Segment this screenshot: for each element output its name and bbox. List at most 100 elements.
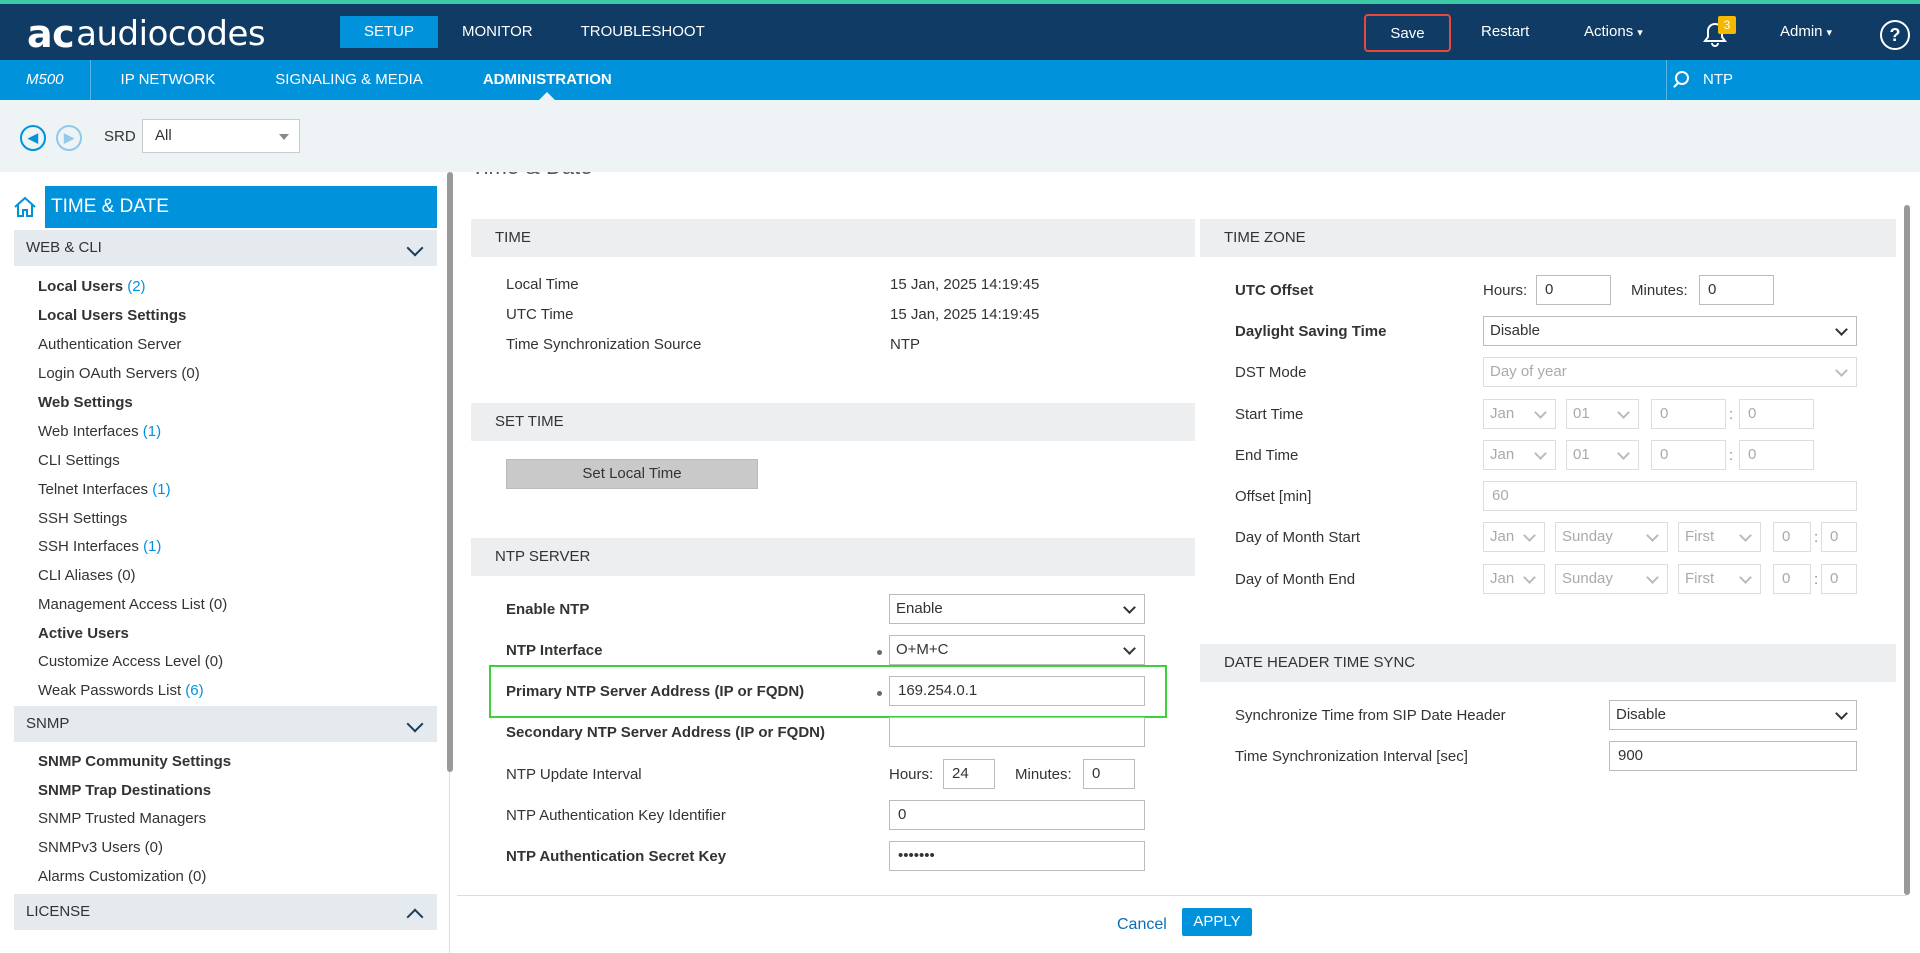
utc-minutes-input[interactable]: 0 [1699, 275, 1774, 305]
dom-start-first-select[interactable]: First [1678, 522, 1761, 552]
offset-min-input[interactable]: 60 [1483, 481, 1857, 511]
sub-nav-bar: M500 IP NETWORK SIGNALING & MEDIA ADMINI… [0, 60, 1920, 100]
sidebar-item-alarms-customization[interactable]: Alarms Customization (0) [38, 868, 206, 885]
sync-interval-input[interactable]: 900 [1609, 741, 1857, 771]
set-local-time-button[interactable]: Set Local Time [506, 459, 758, 489]
srd-select[interactable]: All [142, 119, 300, 153]
dom-start-weekday-select[interactable]: Sunday [1555, 522, 1668, 552]
content-scrollbar[interactable] [1904, 205, 1910, 895]
sidebar-item-snmp-trap-destinations[interactable]: SNMP Trap Destinations [38, 782, 211, 799]
dom-end-month-select[interactable]: Jan [1483, 564, 1545, 594]
cancel-button[interactable]: Cancel [1117, 916, 1167, 934]
help-icon[interactable]: ? [1880, 20, 1910, 50]
sync-source-label: Time Synchronization Source [506, 336, 702, 353]
sidebar-item-web-settings[interactable]: Web Settings [38, 394, 133, 411]
end-time-label: End Time [1235, 447, 1299, 464]
start-minute-input[interactable]: 0 [1739, 399, 1814, 429]
device-model[interactable]: M500 [0, 60, 91, 100]
sip-date-sync-select[interactable]: Disable [1609, 700, 1857, 730]
start-hour-input[interactable]: 0 [1651, 399, 1726, 429]
utc-time-label: UTC Time [506, 306, 574, 323]
sidebar-group-web-cli[interactable]: WEB & CLI [14, 230, 437, 266]
sidebar-title[interactable]: TIME & DATE [45, 186, 437, 228]
utc-hours-input[interactable]: 0 [1536, 275, 1611, 305]
start-month-select[interactable]: Jan [1483, 399, 1556, 429]
start-day-select[interactable]: 01 [1566, 399, 1639, 429]
sidebar-item-ssh-interfaces[interactable]: SSH Interfaces (1) [38, 538, 161, 555]
sidebar-item-snmp-community-settings[interactable]: SNMP Community Settings [38, 753, 231, 770]
dom-start-hour-input[interactable]: 0 [1773, 522, 1811, 552]
ntp-interface-select[interactable]: O+M+C [889, 635, 1145, 665]
enable-ntp-select[interactable]: Enable [889, 594, 1145, 624]
search-input[interactable]: NTP [1666, 60, 1920, 100]
dst-mode-select[interactable]: Day of year [1483, 357, 1857, 387]
ntp-key-id-input[interactable]: 0 [889, 800, 1145, 830]
notifications-button[interactable]: 3 [1700, 14, 1736, 52]
group-label: LICENSE [26, 903, 91, 920]
actions-menu[interactable]: Actions ▾ [1584, 14, 1643, 52]
dom-end-minute-input[interactable]: 0 [1821, 564, 1857, 594]
sidebar-item-login-oauth-servers[interactable]: Login OAuth Servers (0) [38, 365, 200, 382]
dom-start-month-select[interactable]: Jan [1483, 522, 1545, 552]
back-arrow-icon[interactable]: ◀ [20, 125, 46, 151]
forward-arrow-icon[interactable]: ▶ [56, 125, 82, 151]
sidebar-item-telnet-interfaces[interactable]: Telnet Interfaces (1) [38, 481, 171, 498]
sidebar-item-weak-passwords-list[interactable]: Weak Passwords List (6) [38, 682, 204, 699]
primary-ntp-label: Primary NTP Server Address (IP or FQDN) [506, 683, 805, 700]
sidebar-item-authentication-server[interactable]: Authentication Server [38, 336, 181, 353]
sidebar-scrollbar[interactable] [447, 172, 453, 772]
admin-menu[interactable]: Admin ▾ [1780, 14, 1832, 52]
tab-monitor[interactable]: MONITOR [438, 16, 557, 48]
admin-label: Admin [1780, 23, 1823, 40]
sidebar-item-cli-aliases[interactable]: CLI Aliases (0) [38, 567, 136, 584]
tab-ip-network[interactable]: IP NETWORK [91, 60, 246, 100]
sidebar-item-web-interfaces[interactable]: Web Interfaces (1) [38, 423, 161, 440]
notification-count-badge: 3 [1718, 16, 1736, 34]
logo-text: audiocodes [76, 14, 266, 54]
tab-signaling-media[interactable]: SIGNALING & MEDIA [245, 60, 453, 100]
dom-end-first-select[interactable]: First [1678, 564, 1761, 594]
modified-dot-icon [877, 691, 882, 696]
end-hour-input[interactable]: 0 [1651, 440, 1726, 470]
tab-administration[interactable]: ADMINISTRATION [453, 60, 642, 100]
item-label: SSH Interfaces [38, 538, 139, 555]
apply-button[interactable]: APPLY [1182, 908, 1252, 936]
dst-label: Daylight Saving Time [1235, 323, 1387, 340]
sidebar-item-active-users[interactable]: Active Users [38, 625, 129, 642]
sidebar-item-customize-access-level[interactable]: Customize Access Level (0) [38, 653, 223, 670]
ntp-hours-input[interactable]: 24 [943, 759, 995, 789]
dom-end-weekday-select[interactable]: Sunday [1555, 564, 1668, 594]
utc-time-value: 15 Jan, 2025 14:19:45 [890, 306, 1040, 323]
sidebar-item-snmp-trusted-managers[interactable]: SNMP Trusted Managers [38, 810, 206, 827]
ntp-key-id-label: NTP Authentication Key Identifier [506, 807, 726, 824]
home-icon[interactable] [12, 194, 38, 220]
sidebar-group-snmp[interactable]: SNMP [14, 706, 437, 742]
section-date-header-sync-header: DATE HEADER TIME SYNC [1200, 644, 1896, 682]
end-month-select[interactable]: Jan [1483, 440, 1556, 470]
sidebar-item-management-access-list[interactable]: Management Access List (0) [38, 596, 227, 613]
end-day-select[interactable]: 01 [1566, 440, 1639, 470]
dom-end-hour-input[interactable]: 0 [1773, 564, 1811, 594]
dom-start-minute-input[interactable]: 0 [1821, 522, 1857, 552]
srd-label: SRD [104, 128, 136, 145]
tab-troubleshoot[interactable]: TROUBLESHOOT [557, 16, 729, 48]
ntp-hours-label: Hours: [889, 766, 934, 783]
sidebar-item-cli-settings[interactable]: CLI Settings [38, 452, 120, 469]
sidebar-group-license[interactable]: LICENSE [14, 894, 437, 930]
restart-button[interactable]: Restart [1481, 14, 1529, 52]
ntp-secret-key-input[interactable]: ••••••• [889, 841, 1145, 871]
sidebar-item-local-users[interactable]: Local Users (2) [38, 278, 146, 295]
sidebar-item-local-users-settings[interactable]: Local Users Settings [38, 307, 186, 324]
actions-label: Actions [1584, 23, 1634, 40]
end-minute-input[interactable]: 0 [1739, 440, 1814, 470]
save-button[interactable]: Save [1364, 14, 1451, 52]
sidebar-item-ssh-settings[interactable]: SSH Settings [38, 510, 127, 527]
dst-select[interactable]: Disable [1483, 316, 1857, 346]
tab-setup[interactable]: SETUP [340, 16, 439, 48]
audiocodes-logo[interactable]: ac audiocodes [27, 12, 266, 56]
sidebar-item-snmpv3-users[interactable]: SNMPv3 Users (0) [38, 839, 163, 856]
ntp-minutes-input[interactable]: 0 [1083, 759, 1135, 789]
secondary-ntp-input[interactable] [889, 717, 1145, 747]
sidebar: TIME & DATE WEB & CLI Local Users (2) Lo… [0, 172, 450, 953]
primary-ntp-input[interactable]: 169.254.0.1 [889, 676, 1145, 706]
